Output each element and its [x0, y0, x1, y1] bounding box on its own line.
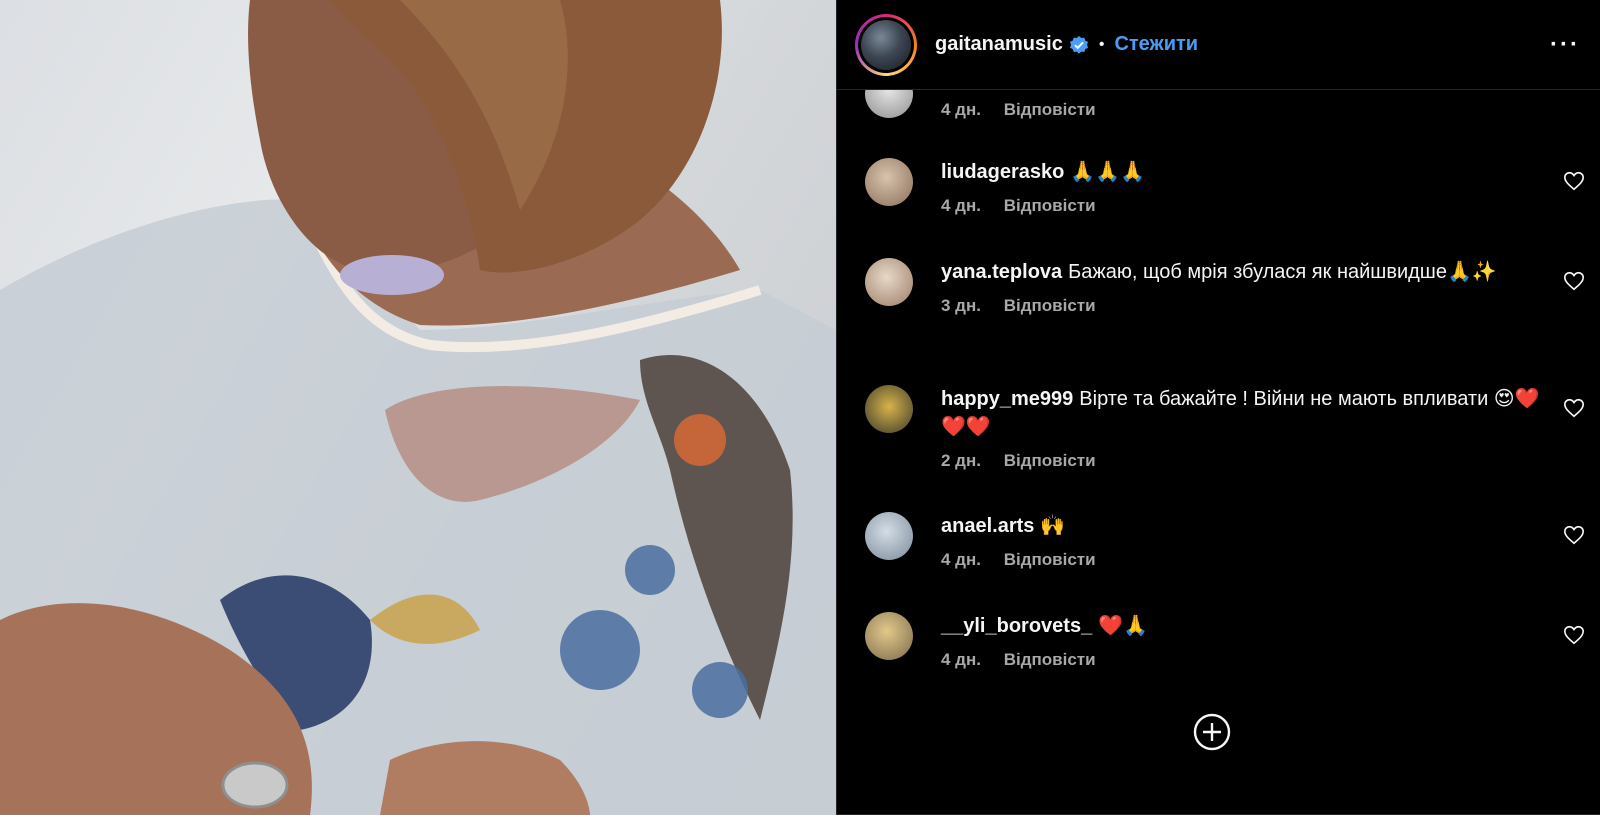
comment-text: Бажаю, щоб мрія збулася як найшвидше🙏✨	[1068, 261, 1497, 283]
comment-avatar[interactable]	[865, 258, 913, 306]
reply-button[interactable]: Відповісти	[1004, 196, 1096, 215]
heart-icon[interactable]	[1563, 170, 1585, 192]
reply-button[interactable]: Відповісти	[1004, 451, 1096, 470]
comment-avatar[interactable]	[865, 385, 913, 433]
post-header: gaitanamusic • Стежити ···	[837, 0, 1600, 90]
verified-icon	[1069, 35, 1089, 55]
instagram-post-view: gaitanamusic • Стежити ··· 4 дн. Відпові…	[0, 0, 1600, 815]
follow-button[interactable]: Стежити	[1114, 33, 1198, 56]
reply-button[interactable]: Відповісти	[1004, 296, 1096, 315]
header-username[interactable]: gaitanamusic	[935, 33, 1063, 56]
reply-button[interactable]: Відповісти	[1004, 550, 1096, 569]
comment-time: 4 дн.	[941, 100, 981, 119]
reply-button[interactable]: Відповісти	[1004, 100, 1096, 119]
comment-time: 4 дн.	[941, 196, 981, 215]
comments-list: 4 дн. Відповісти liudagerasko 🙏🙏🙏 4 дн. В…	[837, 90, 1600, 815]
profile-avatar[interactable]	[855, 13, 917, 76]
add-circle-icon[interactable]	[1192, 712, 1232, 752]
comment-text: ❤️🙏	[1098, 615, 1149, 637]
comment-username[interactable]: happy_me999	[941, 388, 1073, 410]
comment-username[interactable]: liudagerasko	[941, 161, 1064, 183]
heart-icon[interactable]	[1563, 270, 1585, 292]
comment-time: 4 дн.	[941, 550, 981, 569]
comment-text: 🙌	[1040, 515, 1066, 537]
comment-avatar[interactable]	[865, 90, 913, 118]
comment-avatar[interactable]	[865, 612, 913, 660]
comment-time: 4 дн.	[941, 650, 981, 669]
comments-panel: gaitanamusic • Стежити ··· 4 дн. Відпові…	[836, 0, 1600, 815]
heart-icon[interactable]	[1563, 397, 1585, 419]
header-separator: •	[1098, 35, 1105, 53]
comment-time: 3 дн.	[941, 296, 981, 315]
comment-username[interactable]: yana.teplova	[941, 261, 1062, 283]
comment-time: 2 дн.	[941, 451, 981, 470]
heart-icon[interactable]	[1563, 624, 1585, 646]
comment-text: 🙏🙏🙏	[1070, 161, 1146, 183]
reply-button[interactable]: Відповісти	[1004, 650, 1096, 669]
more-icon[interactable]: ···	[1550, 31, 1580, 59]
comment-avatar[interactable]	[865, 512, 913, 560]
comment-username[interactable]: anael.arts	[941, 515, 1034, 537]
heart-icon[interactable]	[1563, 524, 1585, 546]
post-photo[interactable]	[0, 0, 836, 815]
comment-avatar[interactable]	[865, 158, 913, 206]
comment-username[interactable]: __yli_borovets_	[941, 615, 1092, 637]
post-photo-illustration	[0, 0, 836, 815]
